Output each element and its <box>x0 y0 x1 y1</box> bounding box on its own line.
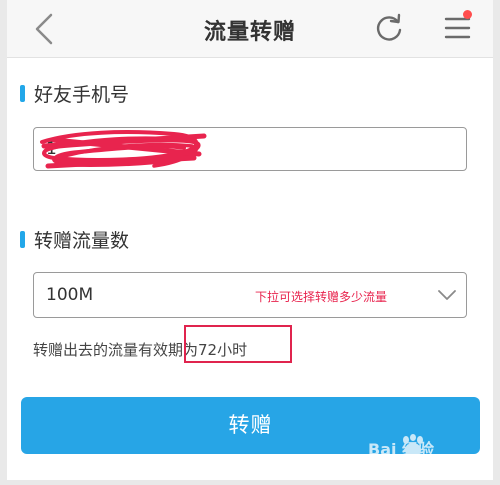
watermark-brand: Bai 经验 <box>368 440 435 459</box>
frame-right <box>493 0 500 485</box>
flow-amount-label: 转赠流量数 <box>34 230 130 252</box>
highlight-box-annotation <box>184 325 292 363</box>
section-accent-bar <box>20 231 25 248</box>
flow-amount-section: 转赠流量数 <box>20 226 129 253</box>
flow-amount-select[interactable]: 100M 下拉可选择转赠多少流量 <box>33 272 467 318</box>
frame-left <box>0 0 7 485</box>
friend-phone-section: 好友手机号 <box>20 80 129 107</box>
section-accent-bar <box>20 85 25 102</box>
redaction-scribble <box>40 130 207 169</box>
top-bar: 流量转赠 <box>7 0 493 58</box>
notification-dot <box>463 10 472 19</box>
watermark-site: jingyan.baidu.com <box>382 461 475 472</box>
baidu-jingyan-watermark: Bai 经验 jingyan.baidu.com <box>360 432 500 482</box>
friend-phone-label: 好友手机号 <box>34 84 130 106</box>
refresh-button[interactable] <box>373 12 405 44</box>
refresh-icon <box>376 13 402 41</box>
flow-amount-selected-value: 100M <box>46 285 94 305</box>
chevron-down-icon <box>438 290 456 300</box>
flow-amount-hint-annotation: 下拉可选择转赠多少流量 <box>255 290 388 304</box>
friend-phone-input[interactable]: 1 <box>33 127 467 171</box>
page-title: 流量转赠 <box>203 20 296 45</box>
